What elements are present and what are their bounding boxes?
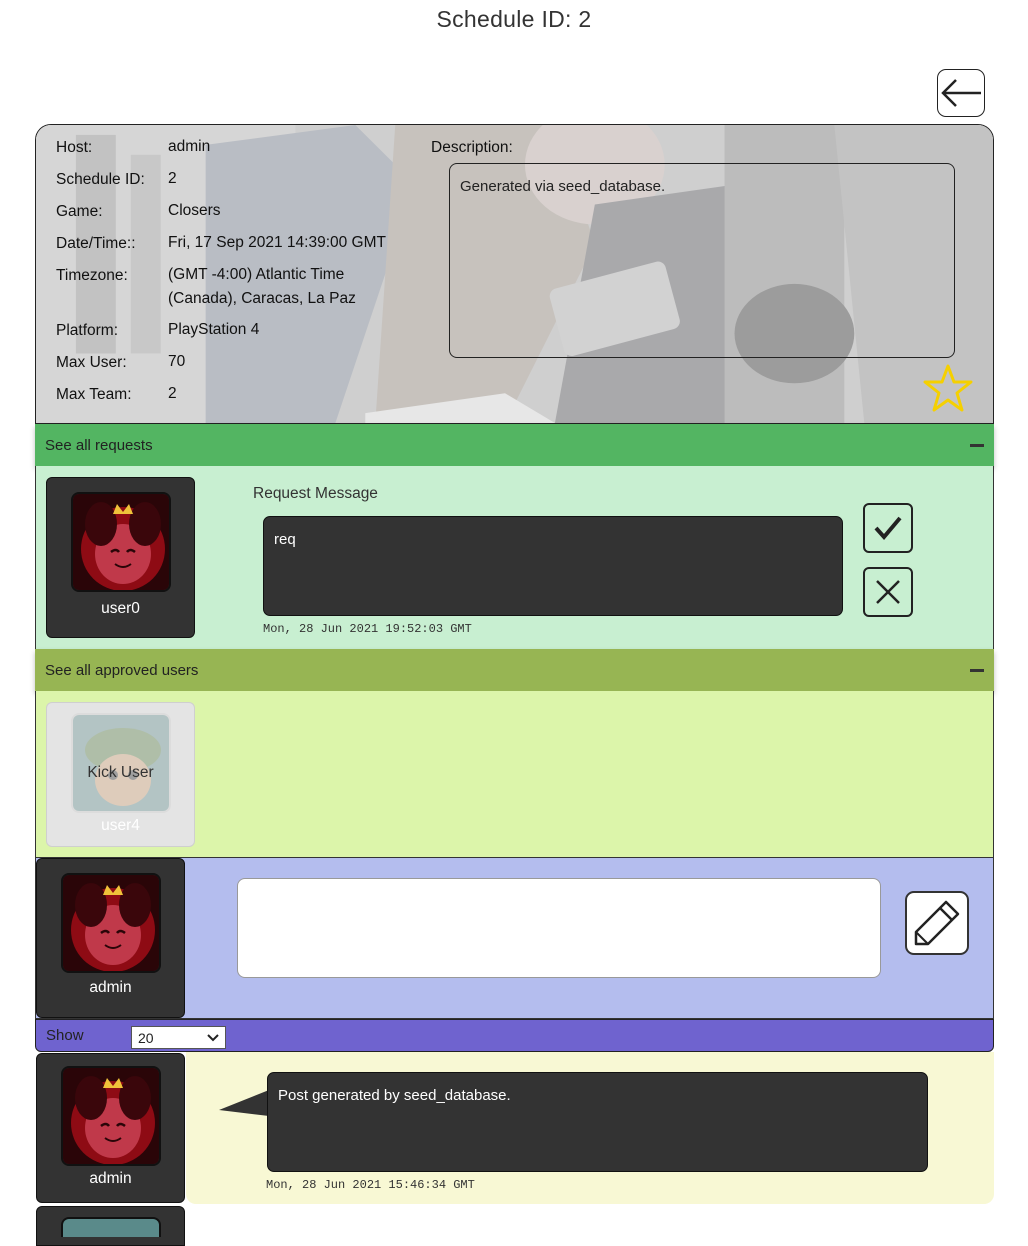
next-post-user-card [36,1206,185,1246]
approved-section-header[interactable]: See all approved users [35,649,994,691]
post-input[interactable] [237,878,881,978]
page-title: Schedule ID: 2 [436,6,592,32]
schedule-info-panel: Host: admin Schedule ID: 2 Game: Closers… [35,124,994,424]
request-user-card[interactable]: user0 [46,477,195,638]
close-icon [876,580,900,604]
avatar [61,873,161,973]
request-timestamp: Mon, 28 Jun 2021 19:52:03 GMT [263,622,472,636]
star-outline-icon [923,364,973,412]
requests-section-header[interactable]: See all requests [35,424,994,466]
avatar [71,492,171,592]
kick-user-button[interactable]: Kick User [47,764,194,782]
request-username: user0 [101,600,140,617]
speech-bubble-tail [219,1090,269,1116]
back-button[interactable] [937,69,985,117]
reject-request-button[interactable] [863,567,913,617]
show-count-value: 20 [138,1029,154,1046]
chevron-down-icon [207,1033,219,1041]
post-timestamp: Mon, 28 Jun 2021 15:46:34 GMT [266,1178,475,1192]
approved-header-label: See all approved users [45,661,199,679]
avatar [61,1066,161,1166]
request-message-label: Request Message [253,485,378,502]
composer-user-card: admin [36,858,185,1018]
post-username: admin [89,1170,132,1187]
approved-username: user4 [101,817,140,834]
approved-user-card[interactable]: Kick User user4 [46,702,195,847]
description-label: Description: [431,139,513,156]
minus-icon[interactable] [970,443,984,447]
pencil-icon [914,900,960,946]
request-message-box: req [263,516,843,616]
post-user-card: admin [36,1053,185,1203]
post-message: Post generated by seed_database. [267,1072,928,1172]
submit-post-button[interactable] [905,891,969,955]
minus-icon[interactable] [970,668,984,672]
requests-header-label: See all requests [45,436,153,454]
favorite-button[interactable] [922,363,974,418]
show-count-select[interactable]: 20 [131,1026,226,1049]
arrow-left-icon [941,79,981,107]
approve-request-button[interactable] [863,503,913,553]
show-label: Show [46,1027,84,1044]
avatar [61,1217,161,1237]
check-icon [874,516,902,541]
composer-username: admin [89,979,132,996]
description-box: Generated via seed_database. [449,163,955,358]
avatar [71,713,171,813]
